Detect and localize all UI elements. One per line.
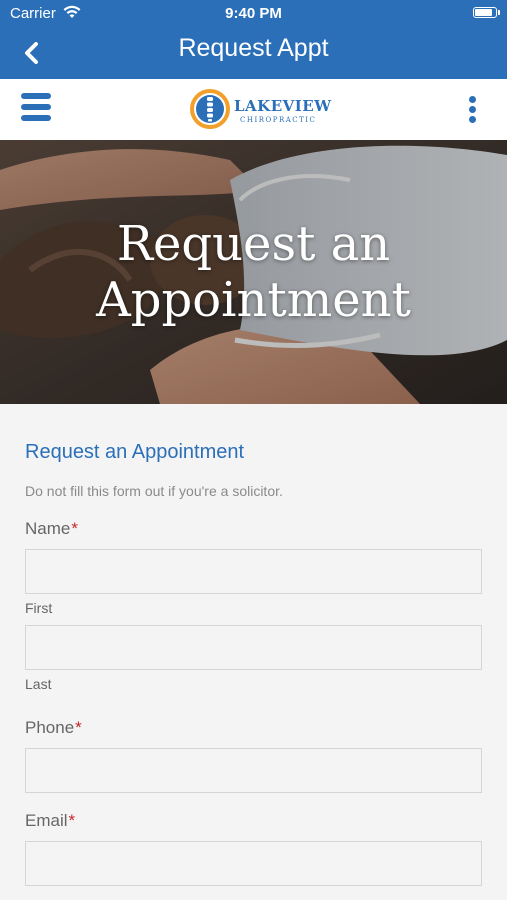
battery-fill — [475, 9, 493, 16]
hero-title-line1: Request an — [116, 216, 391, 272]
logo-name: LAKEVIEW — [234, 97, 332, 115]
email-label-text: Email — [25, 811, 68, 830]
phone-input[interactable] — [25, 748, 482, 793]
phone-label-text: Phone — [25, 718, 75, 737]
hero-title: Request an Appointment — [0, 216, 507, 328]
email-input[interactable] — [25, 841, 482, 886]
appointment-form: Request an Appointment Do not fill this … — [0, 404, 507, 900]
last-name-input[interactable] — [25, 625, 482, 670]
site-header: LAKEVIEW CHIROPRACTIC — [0, 79, 507, 140]
required-marker: * — [71, 519, 78, 538]
name-label-text: Name — [25, 519, 71, 538]
kebab-menu-icon[interactable] — [465, 96, 479, 124]
name-label: Name* — [25, 519, 78, 539]
hero-title-line2: Appointment — [96, 272, 411, 328]
last-name-sublabel: Last — [25, 676, 52, 692]
nav-bar: Request Appt — [0, 28, 507, 79]
spine-logo-icon — [190, 89, 230, 129]
first-name-input[interactable] — [25, 549, 482, 594]
site-logo[interactable]: LAKEVIEW CHIROPRACTIC — [190, 89, 331, 131]
clock-time: 9:40 PM — [225, 5, 282, 22]
nav-title: Request Appt — [178, 34, 329, 62]
phone-label: Phone* — [25, 718, 82, 738]
status-bar: Carrier 9:40 PM — [0, 0, 507, 28]
required-marker: * — [75, 718, 82, 737]
battery-icon — [473, 7, 500, 18]
hamburger-menu-icon[interactable] — [21, 93, 51, 125]
first-name-sublabel: First — [25, 600, 53, 616]
required-marker: * — [68, 811, 76, 830]
form-heading: Request an Appointment — [25, 441, 245, 463]
logo-tagline: CHIROPRACTIC — [240, 116, 317, 124]
email-label: Email* — [25, 811, 75, 831]
form-note: Do not fill this form out if you're a so… — [25, 483, 283, 499]
hero-banner: Request an Appointment — [0, 140, 507, 404]
